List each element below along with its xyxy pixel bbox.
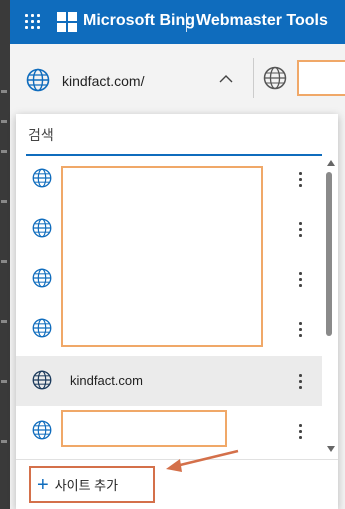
- search-box: [26, 120, 322, 156]
- globe-icon: [263, 66, 287, 90]
- more-options-icon[interactable]: [294, 318, 306, 340]
- globe-icon: [32, 168, 52, 188]
- add-site-button[interactable]: + 사이트 추가: [29, 466, 155, 503]
- more-options-icon[interactable]: [294, 370, 306, 392]
- more-options-icon[interactable]: [294, 268, 306, 290]
- scrollbar[interactable]: [322, 154, 338, 459]
- more-options-icon[interactable]: [294, 168, 306, 190]
- globe-icon: [32, 268, 52, 288]
- selector-divider: [253, 58, 254, 98]
- site-list-item-selected[interactable]: kindfact.com: [16, 356, 322, 406]
- scrollbar-thumb[interactable]: [326, 172, 332, 336]
- header-divider: [186, 13, 187, 32]
- search-input[interactable]: [26, 120, 310, 150]
- top-header: Microsoft Bing Webmaster Tools: [10, 0, 345, 44]
- more-options-icon[interactable]: [294, 420, 306, 442]
- left-background-strip: [0, 0, 10, 509]
- globe-icon: [32, 318, 52, 338]
- current-site-label: kindfact.com/: [62, 73, 145, 89]
- globe-icon: [26, 68, 50, 92]
- globe-icon: [32, 218, 52, 238]
- scroll-up-arrow-icon[interactable]: [327, 160, 335, 166]
- site-list-item-label: kindfact.com: [70, 373, 143, 388]
- chevron-up-icon[interactable]: [218, 73, 234, 85]
- site-selector[interactable]: kindfact.com/: [10, 44, 250, 114]
- site-dropdown: kindfact.com + 사이트 추가: [16, 114, 338, 509]
- app-launcher-icon[interactable]: [25, 14, 41, 30]
- redacted-site-names: [61, 166, 263, 347]
- globe-icon: [32, 420, 52, 440]
- footer-divider: [16, 459, 338, 460]
- microsoft-logo-icon: [57, 12, 77, 32]
- redacted-site-name: [61, 410, 227, 447]
- redacted-site-field[interactable]: [297, 60, 345, 96]
- product-name[interactable]: Webmaster Tools: [196, 12, 328, 30]
- add-site-label: 사이트 추가: [54, 478, 119, 493]
- more-options-icon[interactable]: [294, 218, 306, 240]
- brand-name[interactable]: Microsoft Bing: [83, 12, 195, 30]
- globe-icon: [32, 370, 52, 390]
- scroll-down-arrow-icon[interactable]: [327, 446, 335, 452]
- plus-icon: +: [37, 473, 49, 496]
